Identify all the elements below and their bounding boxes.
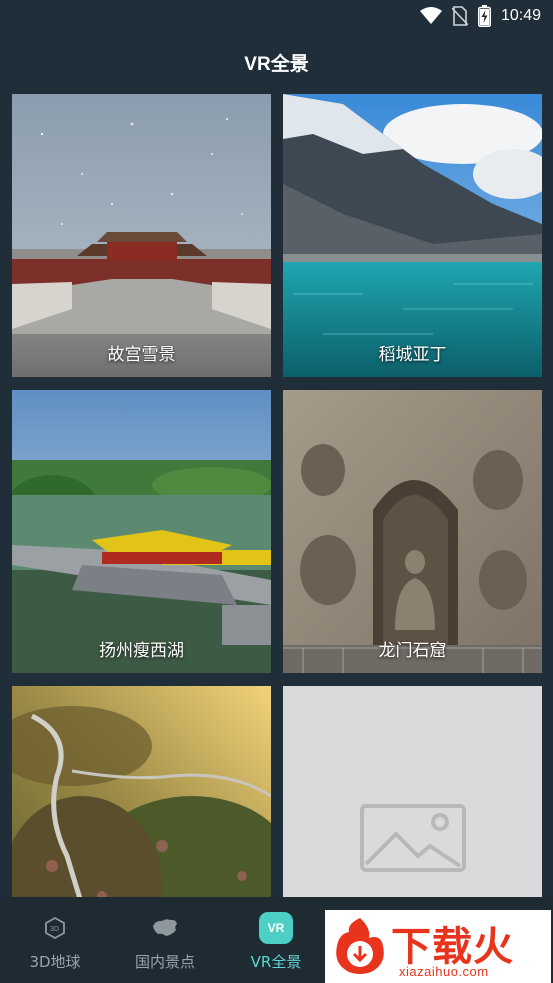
- flame-logo-icon: [336, 918, 384, 974]
- aerial-hills-road-photo: [12, 686, 271, 897]
- scenic-card-aerial-hills[interactable]: [12, 686, 271, 897]
- nav-item-3d-earth[interactable]: 3D 3D地球: [0, 897, 110, 983]
- nav-label: VR全景: [250, 953, 302, 971]
- scenic-card-placeholder[interactable]: [283, 686, 542, 897]
- cube-globe-icon: 3D: [45, 916, 65, 940]
- forbidden-city-snow-photo: [12, 94, 271, 377]
- nav-item-domestic-spots[interactable]: 国内景点: [110, 897, 220, 983]
- svg-text:3D: 3D: [50, 926, 59, 933]
- daocheng-yading-lake-photo: [283, 94, 542, 377]
- scenic-card-label: 故宫雪景: [107, 345, 176, 365]
- watermark-logo: 下载火 xiazaihuo.com: [325, 910, 551, 983]
- scenic-card-forbidden-city[interactable]: 故宫雪景: [12, 94, 271, 377]
- china-map-icon: [153, 919, 177, 936]
- scenic-grid: 故宫雪景 稻城亚丁 扬州瘦西湖 龙门石窟: [0, 0, 553, 897]
- scenic-card-daocheng-yading[interactable]: 稻城亚丁: [283, 94, 542, 377]
- vr-icon: VR: [259, 912, 293, 944]
- scenic-card-label: 扬州瘦西湖: [99, 641, 184, 661]
- scenic-card-longmen-grottoes[interactable]: 龙门石窟: [283, 390, 542, 673]
- nav-item-vr-panorama[interactable]: VR VR全景: [221, 897, 331, 983]
- scenic-card-slender-west-lake[interactable]: 扬州瘦西湖: [12, 390, 271, 673]
- slender-west-lake-photo: [12, 390, 271, 673]
- scenic-card-label: 龙门石窟: [378, 641, 447, 661]
- nav-label: 3D地球: [29, 953, 81, 971]
- watermark-domain: xiazaihuo.com: [399, 964, 489, 979]
- scenic-card-label: 稻城亚丁: [378, 345, 447, 365]
- longmen-grottoes-photo: [283, 390, 542, 673]
- image-placeholder-icon: [360, 804, 466, 872]
- nav-label: 国内景点: [134, 953, 195, 971]
